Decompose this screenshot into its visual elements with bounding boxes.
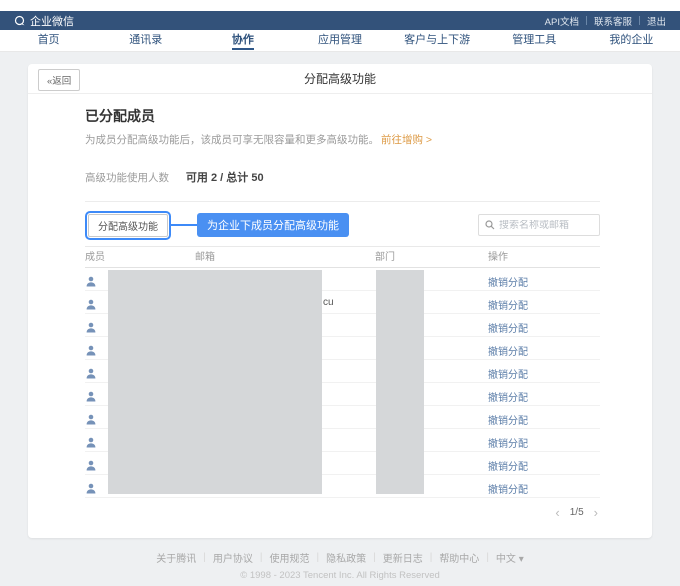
separator: | xyxy=(260,552,263,563)
prev-page-button[interactable]: ‹ xyxy=(555,508,559,518)
person-icon xyxy=(86,389,96,407)
page-body: «返回 分配高级功能 已分配成员 为成员分配高级功能后，该成员可享无限容量和更多… xyxy=(0,52,680,581)
person-icon xyxy=(86,297,96,315)
separator: | xyxy=(203,552,206,563)
footer-links: 关于腾讯 | 用户协议 | 使用规范 | 隐私政策 | 更新日志 | 帮助中心 | 中文 ▾ xyxy=(28,550,652,565)
section-heading: 已分配成员 xyxy=(85,106,600,126)
revoke-assignment-link[interactable]: 撤销分配 xyxy=(488,297,528,312)
column-header-member: 成员 xyxy=(85,247,105,269)
footer-link-privacy-policy[interactable]: 隐私政策 xyxy=(326,550,366,565)
back-button[interactable]: «返回 xyxy=(38,69,80,91)
nav-label: 应用管理 xyxy=(318,34,362,46)
nav-label: 协作 xyxy=(232,34,254,50)
nav-item-collaboration[interactable]: 协作 xyxy=(194,30,291,51)
usage-stats: 高级功能使用人数 可用 2 / 总计 50 xyxy=(85,169,600,185)
person-icon xyxy=(86,274,96,292)
footer: 关于腾讯 | 用户协议 | 使用规范 | 隐私政策 | 更新日志 | 帮助中心 | 中文 ▾… xyxy=(28,550,652,581)
brand: 企业微信 xyxy=(14,13,74,29)
revoke-assignment-link[interactable]: 撤销分配 xyxy=(488,412,528,427)
footer-link-help-center[interactable]: 帮助中心 xyxy=(439,550,479,565)
top-bar: 企业微信 API文档 联系客服 退出 xyxy=(0,11,680,30)
revoke-assignment-link[interactable]: 撤销分配 xyxy=(488,320,528,335)
nav-label: 管理工具 xyxy=(512,34,556,46)
person-icon xyxy=(86,481,96,499)
brand-name: 企业微信 xyxy=(30,13,74,29)
footer-link-about[interactable]: 关于腾讯 xyxy=(156,550,196,565)
toolbar: 分配高级功能 为企业下成员分配高级功能 xyxy=(85,212,600,238)
table-header: 成员 邮箱 部门 操作 xyxy=(85,246,600,268)
revoke-assignment-link[interactable]: 撤销分配 xyxy=(488,274,528,289)
annotated-button-group: 分配高级功能 为企业下成员分配高级功能 xyxy=(85,211,349,240)
nav-item-my-company[interactable]: 我的企业 xyxy=(583,30,680,51)
main-nav: 首页 通讯录 协作 应用管理 客户与上下游 管理工具 我的企业 xyxy=(0,30,680,52)
card-content: 已分配成员 为成员分配高级功能后，该成员可享无限容量和更多高级功能。前往增购 >… xyxy=(28,94,652,518)
contact-support-link[interactable]: 联系客服 xyxy=(594,14,632,28)
usage-value: 可用 2 / 总计 50 xyxy=(186,172,264,184)
next-page-button[interactable]: › xyxy=(594,508,598,518)
nav-label: 我的企业 xyxy=(609,34,653,46)
divider xyxy=(85,201,600,202)
content-card: «返回 分配高级功能 已分配成员 为成员分配高级功能后，该成员可享无限容量和更多… xyxy=(28,64,652,538)
person-icon xyxy=(86,343,96,361)
search-input[interactable] xyxy=(499,220,593,231)
annotation-connector xyxy=(171,224,197,226)
revoke-assignment-link[interactable]: 撤销分配 xyxy=(488,435,528,450)
nav-label: 通讯录 xyxy=(129,34,162,46)
annotation-callout: 为企业下成员分配高级功能 xyxy=(197,213,349,237)
nav-item-contacts[interactable]: 通讯录 xyxy=(97,30,194,51)
person-icon xyxy=(86,320,96,338)
separator: | xyxy=(486,552,489,563)
copyright: © 1998 - 2023 Tencent Inc. All Rights Re… xyxy=(28,570,652,581)
nav-label: 客户与上下游 xyxy=(404,34,470,46)
revoke-assignment-link[interactable]: 撤销分配 xyxy=(488,366,528,381)
page-indicator: 1/5 xyxy=(570,507,584,518)
api-docs-link[interactable]: API文档 xyxy=(545,14,579,28)
redacted-department-block xyxy=(376,270,424,494)
footer-link-changelog[interactable]: 更新日志 xyxy=(383,550,423,565)
person-icon xyxy=(86,435,96,453)
column-header-department: 部门 xyxy=(375,247,395,269)
nav-item-customers[interactable]: 客户与上下游 xyxy=(389,30,486,51)
assign-feature-button[interactable]: 分配高级功能 xyxy=(88,214,168,237)
pagination: ‹ 1/5 › xyxy=(85,507,600,518)
card-header: «返回 分配高级功能 xyxy=(28,64,652,94)
language-selector[interactable]: 中文 ▾ xyxy=(496,550,524,565)
logout-link[interactable]: 退出 xyxy=(647,14,666,28)
column-header-email: 邮箱 xyxy=(195,247,215,269)
person-icon xyxy=(86,366,96,384)
footer-link-user-agreement[interactable]: 用户协议 xyxy=(213,550,253,565)
revoke-assignment-link[interactable]: 撤销分配 xyxy=(488,481,528,496)
member-email-visible-text: cu xyxy=(323,297,334,308)
top-bar-links: API文档 联系客服 退出 xyxy=(545,14,666,28)
column-header-action: 操作 xyxy=(488,247,508,269)
separator: | xyxy=(373,552,376,563)
page-title: 分配高级功能 xyxy=(28,70,652,87)
separator xyxy=(639,16,640,25)
nav-label: 首页 xyxy=(38,34,60,46)
screen: 企业微信 API文档 联系客服 退出 首页 通讯录 协作 应用管理 客户与上下游… xyxy=(0,0,680,586)
person-icon xyxy=(86,458,96,476)
separator xyxy=(586,16,587,25)
nav-item-app-management[interactable]: 应用管理 xyxy=(291,30,388,51)
revoke-assignment-link[interactable]: 撤销分配 xyxy=(488,343,528,358)
revoke-assignment-link[interactable]: 撤销分配 xyxy=(488,458,528,473)
section-description-row: 为成员分配高级功能后，该成员可享无限容量和更多高级功能。前往增购 > xyxy=(85,132,600,147)
nav-item-home[interactable]: 首页 xyxy=(0,30,97,51)
section-description: 为成员分配高级功能后，该成员可享无限容量和更多高级功能。 xyxy=(85,134,379,146)
search-icon xyxy=(485,220,495,230)
usage-label: 高级功能使用人数 xyxy=(85,172,169,184)
annotation-highlight: 分配高级功能 xyxy=(85,211,171,240)
wechat-work-logo-icon xyxy=(14,15,26,27)
nav-item-admin-tools[interactable]: 管理工具 xyxy=(486,30,583,51)
separator: | xyxy=(316,552,319,563)
person-icon xyxy=(86,412,96,430)
footer-link-usage-rules[interactable]: 使用规范 xyxy=(269,550,309,565)
purchase-link[interactable]: 前往增购 > xyxy=(381,134,432,146)
separator: | xyxy=(430,552,433,563)
redacted-member-info-block xyxy=(108,270,322,494)
search-box[interactable] xyxy=(478,214,600,236)
members-table: 成员 邮箱 部门 操作 撤销分配 cu 撤销分配 撤销分配 xyxy=(85,246,600,498)
browser-top-strip xyxy=(0,0,680,11)
revoke-assignment-link[interactable]: 撤销分配 xyxy=(488,389,528,404)
